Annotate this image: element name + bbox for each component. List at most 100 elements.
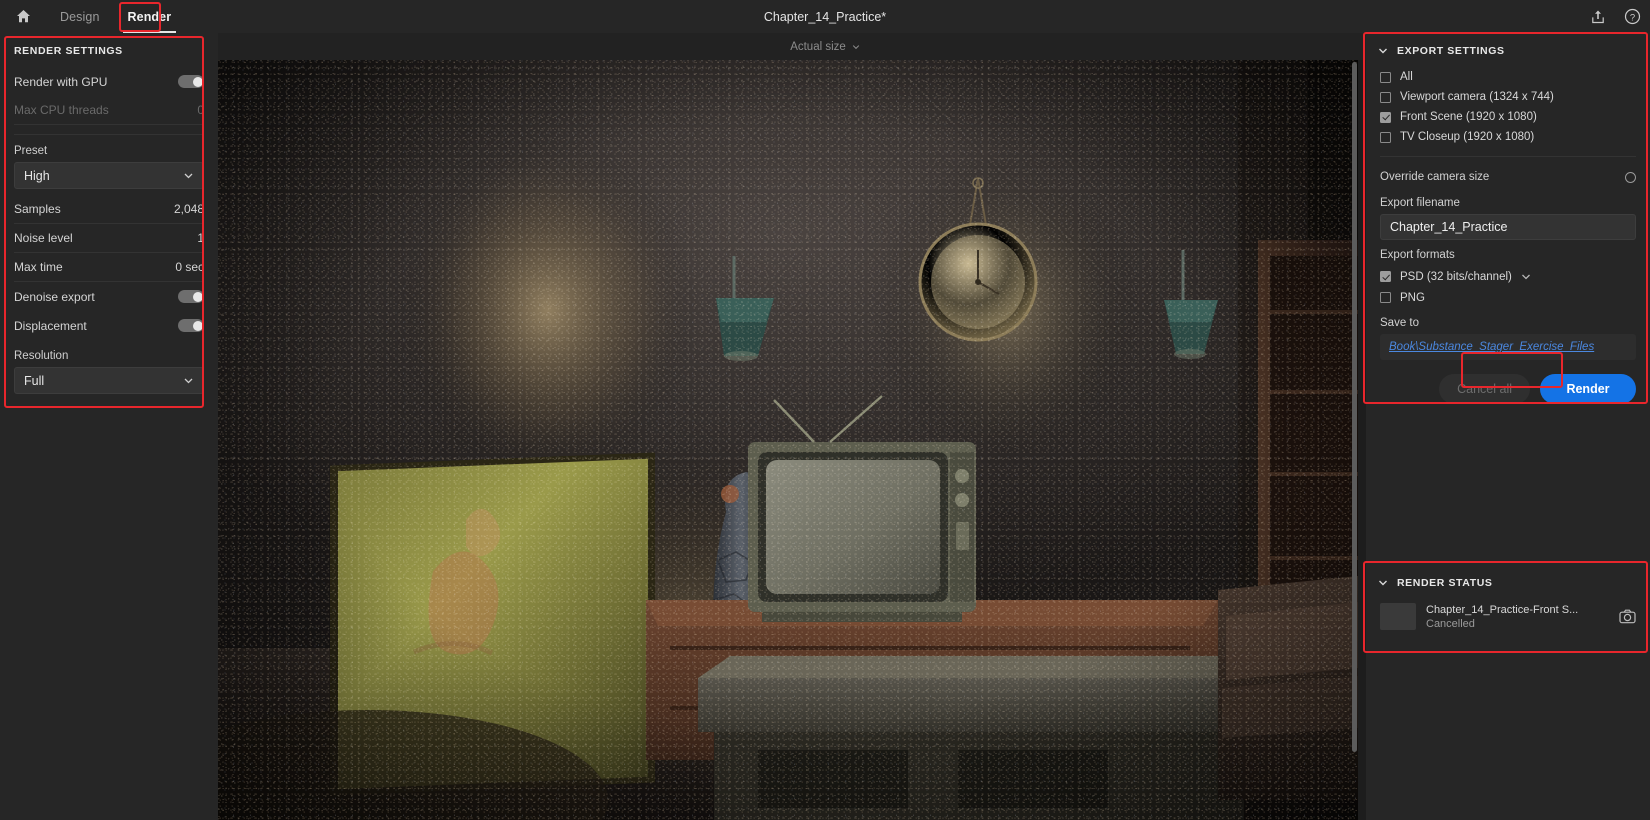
render-status-panel: RENDER STATUS Chapter_14_Practice-Front … [1366, 565, 1650, 630]
tab-render[interactable]: Render [114, 0, 186, 33]
preset-label: Preset [14, 145, 48, 157]
render-settings-panel: RENDER SETTINGS Render with GPU Max CPU … [0, 33, 218, 820]
denoise-export-label: Denoise export [14, 289, 95, 304]
help-icon[interactable]: ? [1622, 7, 1642, 27]
render-job-status: Cancelled [1426, 617, 1475, 630]
override-camera-size-label: Override camera size [1380, 171, 1490, 183]
displacement-toggle[interactable] [178, 319, 204, 332]
checkbox[interactable] [1380, 131, 1391, 143]
export-settings-header[interactable]: EXPORT SETTINGS [1366, 33, 1650, 67]
render-button-label: Render [1566, 382, 1610, 396]
camera-option-label: TV Closeup (1920 x 1080) [1400, 131, 1535, 143]
export-filename-value: Chapter_14_Practice [1390, 220, 1508, 234]
format-option-label: PSD (32 bits/channel) [1400, 270, 1512, 283]
render-job-name: Chapter_14_Practice-Front S... [1426, 603, 1579, 616]
render-status-title: RENDER STATUS [1397, 577, 1493, 589]
chevron-down-icon [184, 173, 193, 179]
render-with-gpu-label: Render with GPU [14, 74, 108, 89]
topbar-actions: ? [1588, 0, 1642, 33]
noise-level-row[interactable]: Noise level 1 [14, 224, 204, 253]
checkbox[interactable] [1380, 292, 1391, 303]
checkbox[interactable] [1380, 91, 1391, 103]
camera-option-label: Front Scene (1920 x 1080) [1400, 111, 1537, 123]
camera-icon[interactable] [1619, 609, 1636, 624]
format-option-png[interactable]: PNG [1380, 287, 1636, 308]
samples-label: Samples [14, 202, 61, 216]
render-status-text: Chapter_14_Practice-Front S... Cancelled [1426, 604, 1609, 630]
export-action-buttons: Cancel all Render [1380, 374, 1636, 404]
camera-option-label: Viewport camera (1324 x 744) [1400, 91, 1554, 103]
render-noise-overlay [218, 60, 1358, 820]
override-camera-size-toggle[interactable] [1625, 171, 1636, 183]
chevron-down-icon [1379, 48, 1387, 54]
resolution-value: Full [24, 373, 45, 388]
noise-level-value: 1 [197, 231, 204, 245]
max-time-row[interactable]: Max time 0 sec [14, 253, 204, 282]
noise-level-label: Noise level [14, 231, 73, 245]
export-settings-panel: EXPORT SETTINGS All Viewport camera (132… [1366, 33, 1650, 404]
zoom-level-dropdown[interactable]: Actual size [790, 41, 860, 53]
max-time-value: 0 sec [175, 260, 204, 274]
svg-text:?: ? [1629, 12, 1634, 23]
render-settings-title: RENDER SETTINGS [14, 45, 123, 57]
stager-render-window: Design Render Chapter_14_Practice* ? Act… [0, 0, 1650, 820]
document-title: Chapter_14_Practice* [763, 9, 887, 24]
export-filename-label: Export filename [1380, 197, 1460, 209]
resolution-select[interactable]: Full [14, 367, 204, 394]
divider [14, 134, 204, 135]
render-with-gpu-row[interactable]: Render with GPU [14, 67, 204, 96]
format-option-label: PNG [1400, 291, 1425, 304]
render-status-header[interactable]: RENDER STATUS [1366, 565, 1650, 599]
render-thumbnail [1380, 603, 1416, 630]
export-filename-input[interactable]: Chapter_14_Practice [1380, 214, 1636, 240]
render-viewport[interactable] [218, 60, 1358, 820]
cancel-all-button[interactable]: Cancel all [1439, 374, 1530, 404]
render-status-item[interactable]: Chapter_14_Practice-Front S... Cancelled [1380, 603, 1636, 630]
displacement-row[interactable]: Displacement [14, 311, 204, 340]
samples-value: 2,048 [173, 202, 204, 216]
max-time-label: Max time [14, 260, 63, 274]
camera-option-label: All [1400, 71, 1413, 83]
chevron-down-icon [1379, 580, 1387, 586]
resolution-label: Resolution [14, 350, 69, 362]
render-with-gpu-toggle[interactable] [178, 75, 204, 88]
camera-option-front-scene[interactable]: Front Scene (1920 x 1080) [1380, 107, 1636, 127]
denoise-export-toggle[interactable] [178, 290, 204, 303]
viewport-scrollbar[interactable] [1352, 62, 1357, 752]
checkbox[interactable] [1380, 111, 1391, 123]
camera-option-tv-closeup[interactable]: TV Closeup (1920 x 1080) [1380, 127, 1636, 147]
tab-render-label: Render [127, 9, 172, 24]
divider [1380, 156, 1636, 157]
max-cpu-threads-label: Max CPU threads [14, 103, 109, 117]
camera-option-viewport[interactable]: Viewport camera (1324 x 744) [1380, 87, 1636, 107]
right-panel: EXPORT SETTINGS All Viewport camera (132… [1366, 33, 1650, 820]
tab-design-label: Design [60, 9, 100, 24]
save-to-path-value: Book\Substance_Stager_Exercise_Files [1389, 341, 1595, 353]
share-icon[interactable] [1588, 7, 1608, 27]
export-settings-title: EXPORT SETTINGS [1397, 45, 1505, 57]
mode-tabs: Design Render [46, 0, 185, 33]
denoise-export-row[interactable]: Denoise export [14, 282, 204, 311]
checkbox[interactable] [1380, 71, 1391, 83]
home-icon[interactable] [0, 0, 46, 33]
cancel-all-label: Cancel all [1457, 382, 1512, 396]
camera-option-all[interactable]: All [1380, 67, 1636, 87]
chevron-down-icon[interactable] [1521, 272, 1531, 282]
max-cpu-threads-row: Max CPU threads 0 [14, 96, 204, 125]
save-to-label: Save to [1380, 317, 1419, 329]
top-toolbar: Design Render Chapter_14_Practice* ? [0, 0, 1650, 33]
render-button[interactable]: Render [1540, 374, 1636, 404]
format-option-psd[interactable]: PSD (32 bits/channel) [1380, 266, 1636, 287]
preset-select[interactable]: High [14, 162, 204, 189]
max-cpu-threads-value: 0 [197, 103, 204, 117]
tab-design[interactable]: Design [46, 0, 114, 33]
chevron-down-icon [852, 44, 859, 49]
samples-row[interactable]: Samples 2,048 [14, 195, 204, 224]
zoom-level-label: Actual size [790, 40, 846, 53]
preset-value: High [24, 168, 50, 183]
checkbox[interactable] [1380, 271, 1391, 282]
chevron-down-icon [184, 378, 193, 384]
override-camera-size-row[interactable]: Override camera size [1380, 166, 1636, 188]
save-to-path-link[interactable]: Book\Substance_Stager_Exercise_Files [1380, 334, 1636, 360]
displacement-label: Displacement [14, 318, 87, 333]
